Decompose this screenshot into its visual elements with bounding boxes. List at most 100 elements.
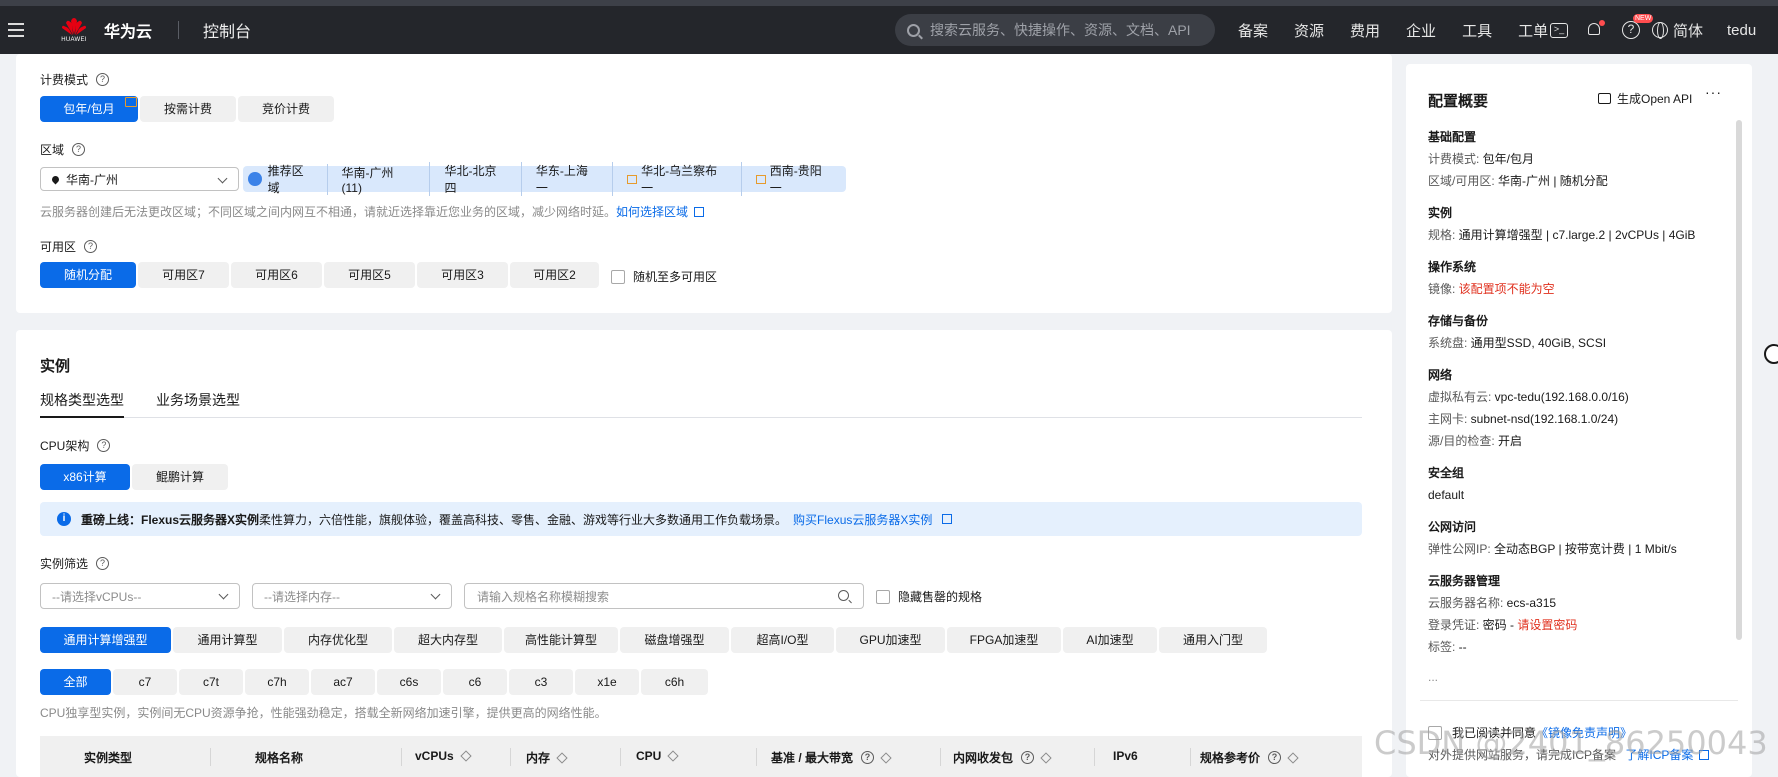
family-large-memory[interactable]: 超大内存型 — [394, 627, 502, 653]
sort-icon[interactable] — [667, 750, 680, 762]
brand-name[interactable]: 华为云 — [104, 18, 152, 42]
billing-mode-label: 计费模式? — [40, 71, 110, 88]
cpu-arch-kunpeng[interactable]: 鲲鹏计算 — [132, 464, 228, 490]
family-entry[interactable]: 通用入门型 — [1159, 627, 1267, 653]
language-switch[interactable]: 简体 — [1673, 20, 1703, 41]
sort-icon[interactable] — [1040, 751, 1052, 764]
help-icon[interactable]: ? — [1268, 751, 1282, 764]
series-c6[interactable]: c6 — [443, 669, 507, 695]
family-disk-enhanced[interactable]: 磁盘增强型 — [620, 627, 729, 653]
family-general[interactable]: 通用计算型 — [173, 627, 282, 653]
az-option-3[interactable]: 可用区3 — [417, 262, 508, 288]
floating-assistant-icon[interactable] — [1764, 344, 1778, 364]
globe-icon[interactable] — [1652, 22, 1668, 39]
series-all[interactable]: 全部 — [40, 669, 111, 695]
recommend-region-guangzhou[interactable]: 华南-广州 (11) — [326, 163, 430, 195]
global-search-input[interactable]: 搜索云服务、快捷操作、资源、文档、API — [895, 14, 1215, 46]
family-hpc[interactable]: 高性能计算型 — [504, 627, 618, 653]
family-fpga[interactable]: FPGA加速型 — [947, 627, 1061, 653]
set-password-link[interactable]: 请设置密码 — [1517, 618, 1577, 632]
buy-flexus-link[interactable]: 购买Flexus云服务器X实例 — [793, 511, 932, 528]
gift-icon — [627, 174, 638, 184]
series-c7t[interactable]: c7t — [179, 669, 243, 695]
summary-row: 区域/可用区: 华南-广州 | 随机分配 — [1428, 174, 1608, 188]
hide-sold-out-checkbox[interactable]: 隐藏售罄的规格 — [876, 588, 982, 605]
multi-az-checkbox[interactable]: 随机至多可用区 — [611, 268, 717, 285]
tab-spec-type[interactable]: 规格类型选型 — [40, 390, 124, 418]
help-icon[interactable]: ? — [1021, 751, 1035, 764]
more-icon[interactable]: ··· — [1705, 84, 1722, 100]
az-option-random[interactable]: 随机分配 — [40, 262, 136, 288]
region-select[interactable]: 华南-广州 — [40, 167, 239, 191]
col-pps[interactable]: 内网收发包? — [953, 749, 1052, 766]
recommend-region-beijing4[interactable]: 华北-北京四 — [429, 162, 520, 196]
menu-icon[interactable] — [8, 23, 24, 37]
help-icon[interactable]: ? NEW — [1622, 14, 1654, 39]
recommend-region-guiyang1[interactable]: 西南-贵阳一 — [740, 162, 846, 196]
az-option-2[interactable]: 可用区2 — [510, 262, 599, 288]
series-c3[interactable]: c3 — [509, 669, 573, 695]
col-divider — [510, 748, 511, 766]
recommend-region-shanghai1[interactable]: 华东-上海一 — [520, 162, 612, 196]
sort-icon[interactable] — [556, 751, 568, 764]
nav-beian[interactable]: 备案 — [1238, 20, 1268, 41]
sort-icon[interactable] — [460, 750, 472, 762]
nav-enterprise[interactable]: 企业 — [1406, 20, 1436, 41]
col-cpu[interactable]: CPU — [636, 749, 680, 763]
col-bandwidth[interactable]: 基准 / 最大带宽? — [771, 749, 892, 766]
how-to-choose-region-link[interactable]: 如何选择区域 — [616, 205, 688, 219]
vcpu-select[interactable]: --请选择vCPUs-- — [40, 583, 240, 609]
nav-resources[interactable]: 资源 — [1294, 20, 1324, 41]
search-icon[interactable] — [838, 590, 849, 601]
help-icon[interactable]: ? — [84, 240, 98, 253]
sort-icon[interactable] — [1287, 751, 1299, 764]
series-x1e[interactable]: x1e — [575, 669, 639, 695]
recommend-region-ulanqab1[interactable]: 华北-乌兰察布一 — [612, 162, 741, 196]
az-option-5[interactable]: 可用区5 — [324, 262, 415, 288]
series-c7h[interactable]: c7h — [245, 669, 309, 695]
family-general-enhanced[interactable]: 通用计算增强型 — [40, 627, 171, 653]
help-icon[interactable]: ? — [96, 557, 110, 570]
code-icon — [1598, 93, 1611, 104]
help-icon[interactable]: ? — [861, 751, 875, 764]
help-icon[interactable]: ? — [96, 73, 110, 86]
billing-option-yearly-monthly[interactable]: 包年/包月 — [40, 96, 138, 122]
memory-select[interactable]: --请选择内存-- — [252, 583, 452, 609]
summary-body: 基础配置 计费模式: 包年/包月 区域/可用区: 华南-广州 | 随机分配 实例… — [1428, 126, 1728, 658]
series-c6h[interactable]: c6h — [641, 669, 708, 695]
family-gpu[interactable]: GPU加速型 — [836, 627, 945, 653]
series-c7[interactable]: c7 — [113, 669, 177, 695]
az-option-6[interactable]: 可用区6 — [231, 262, 322, 288]
cpu-arch-x86[interactable]: x86计算 — [40, 464, 130, 490]
series-c6s[interactable]: c6s — [377, 669, 441, 695]
col-price[interactable]: 规格参考价? — [1200, 749, 1299, 766]
tab-scenario[interactable]: 业务场景选型 — [156, 390, 240, 410]
huawei-logo[interactable]: HUAWEI — [58, 17, 90, 43]
summary-scrollbar[interactable] — [1736, 120, 1742, 640]
family-ai[interactable]: AI加速型 — [1063, 627, 1157, 653]
billing-option-on-demand[interactable]: 按需计费 — [140, 96, 236, 122]
az-option-7[interactable]: 可用区7 — [138, 262, 229, 288]
nav-billing[interactable]: 费用 — [1350, 20, 1380, 41]
user-account[interactable]: tedu — [1727, 22, 1756, 39]
series-ac7[interactable]: ac7 — [311, 669, 375, 695]
generate-open-api-button[interactable]: 生成Open API — [1598, 90, 1692, 107]
family-ultra-io[interactable]: 超高I/O型 — [731, 627, 834, 653]
nav-tickets[interactable]: 工单 — [1518, 20, 1548, 41]
checkbox-box — [611, 269, 625, 284]
nav-tools[interactable]: 工具 — [1462, 20, 1492, 41]
help-icon[interactable]: ? — [97, 439, 111, 452]
bell-icon[interactable] — [1586, 19, 1605, 39]
sort-icon[interactable] — [880, 751, 892, 764]
billing-option-spot[interactable]: 竞价计费 — [238, 96, 334, 122]
col-vcpus[interactable]: vCPUs — [415, 749, 472, 763]
console-link[interactable]: 控制台 — [203, 18, 251, 42]
family-memory-optimized[interactable]: 内存优化型 — [284, 627, 392, 653]
spec-name-search-input[interactable]: 请输入规格名称模糊搜索 — [464, 583, 864, 609]
col-memory[interactable]: 内存 — [526, 749, 568, 766]
cloud-shell-icon[interactable]: >_ — [1550, 22, 1568, 38]
help-icon[interactable]: ? — [72, 143, 86, 156]
search-placeholder: 搜索云服务、快捷操作、资源、文档、API — [930, 22, 1191, 38]
col-divider — [940, 748, 941, 766]
checkbox-box — [876, 589, 890, 604]
